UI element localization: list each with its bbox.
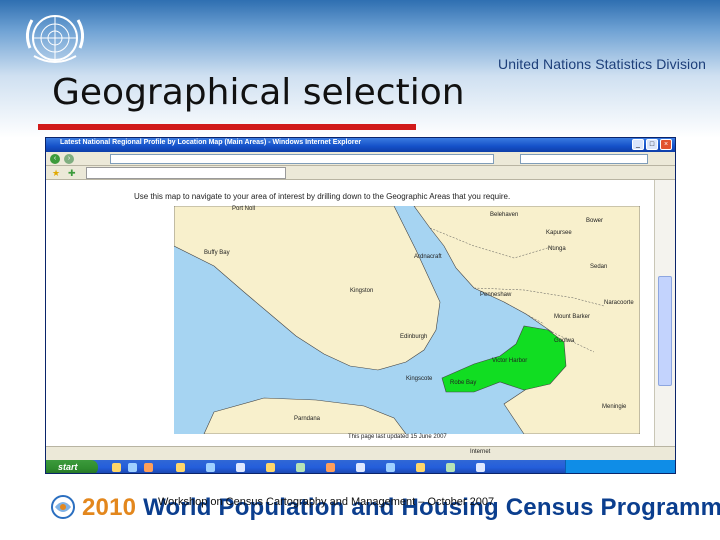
map-label: Penneshaw xyxy=(480,292,512,298)
taskbar-app-icon[interactable] xyxy=(476,463,485,472)
tab-bar: ★ ✚ xyxy=(46,166,675,180)
map-instruction: Use this map to navigate to your area of… xyxy=(134,192,511,201)
address-bar: ‹ › xyxy=(46,152,675,166)
footer-year: 2010 xyxy=(82,494,137,521)
page-updated-note: This page last updated 15 June 2007 xyxy=(348,434,447,440)
map-label: Ardnacraft xyxy=(414,254,442,260)
browser-window: Latest National Regional Profile by Loca… xyxy=(45,137,676,474)
map-label: Goolwa xyxy=(554,338,575,344)
map-label: Mount Barker xyxy=(554,314,591,320)
map-label: Victor Harbor xyxy=(492,358,528,364)
back-icon[interactable]: ‹ xyxy=(50,154,60,164)
map-label: Parndana xyxy=(294,416,321,422)
url-input[interactable] xyxy=(110,154,494,164)
map-label: Belehaven xyxy=(490,212,519,218)
taskbar-app-icon[interactable] xyxy=(266,463,275,472)
taskbar-app-icon[interactable] xyxy=(326,463,335,472)
map-label: Kingston xyxy=(350,288,374,294)
taskbar-app-icon[interactable] xyxy=(176,463,185,472)
maximize-icon[interactable]: □ xyxy=(646,139,658,150)
organization-name: United Nations Statistics Division xyxy=(498,56,707,72)
add-favorite-icon[interactable]: ✚ xyxy=(68,168,76,179)
window-controls: _ □ × xyxy=(632,139,672,150)
minimize-icon[interactable]: _ xyxy=(632,139,644,150)
title-underline xyxy=(38,124,416,130)
workshop-note: Workshop on Census Cartography and Manag… xyxy=(158,496,495,508)
quicklaunch-icon[interactable] xyxy=(112,463,121,472)
map-label: Buffy Bay xyxy=(204,250,230,256)
map-label: Port Noll xyxy=(232,206,256,212)
status-bar: Internet xyxy=(46,446,675,460)
map-label: Meningie xyxy=(602,404,627,410)
taskbar-app-icon[interactable] xyxy=(296,463,305,472)
taskbar-app-icon[interactable] xyxy=(416,463,425,472)
map-label: Kapursee xyxy=(546,230,572,236)
map-label: Nunga xyxy=(548,246,566,252)
map-label: Sedan xyxy=(590,264,608,270)
map-label: Edinburgh xyxy=(400,334,428,340)
system-tray xyxy=(565,460,675,473)
census-programme-logo-icon xyxy=(51,495,75,519)
quicklaunch-icon[interactable] xyxy=(144,463,153,472)
map-label: Naracoorte xyxy=(604,300,634,306)
favorites-star-icon[interactable]: ★ xyxy=(52,168,60,179)
slide-title: Geographical selection xyxy=(52,72,465,113)
scrollbar-thumb[interactable] xyxy=(658,276,672,386)
region-map: Port Noll Buffy Bay Ardnacraft Belehaven… xyxy=(173,205,641,435)
browser-window-title: Latest National Regional Profile by Loca… xyxy=(60,139,362,146)
un-emblem-icon xyxy=(25,15,85,63)
taskbar-app-icon[interactable] xyxy=(386,463,395,472)
taskbar-app-icon[interactable] xyxy=(446,463,455,472)
quicklaunch-icon[interactable] xyxy=(128,463,137,472)
taskbar-app-icon[interactable] xyxy=(236,463,245,472)
map-label: Kingscote xyxy=(406,376,433,382)
browser-titlebar: Latest National Regional Profile by Loca… xyxy=(46,138,675,152)
close-icon[interactable]: × xyxy=(660,139,672,150)
map-label: Bower xyxy=(586,218,604,224)
taskbar-app-icon[interactable] xyxy=(356,463,365,472)
security-zone-text: Internet xyxy=(470,449,491,455)
search-input[interactable] xyxy=(520,154,648,164)
windows-taskbar: start xyxy=(46,460,675,473)
vertical-scrollbar[interactable] xyxy=(654,180,675,460)
start-button[interactable]: start xyxy=(46,460,98,473)
map-label: Robe Bay xyxy=(450,380,477,386)
taskbar-app-icon[interactable] xyxy=(206,463,215,472)
forward-icon[interactable]: › xyxy=(64,154,74,164)
map-canvas xyxy=(173,205,641,435)
page-content: Use this map to navigate to your area of… xyxy=(46,180,656,460)
active-tab[interactable] xyxy=(86,167,286,179)
